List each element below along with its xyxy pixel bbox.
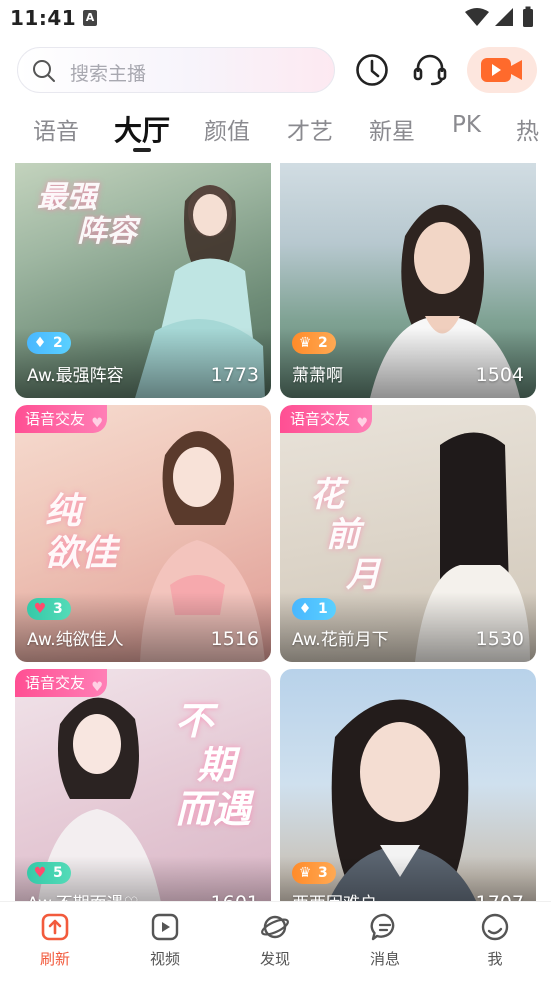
- tab-talent[interactable]: 才艺: [287, 112, 333, 146]
- tab-hot[interactable]: 热: [516, 112, 539, 146]
- heart-icon: ♥: [356, 416, 369, 431]
- message-bubble-icon: [370, 913, 395, 941]
- go-live-button[interactable]: [467, 47, 537, 93]
- tab-voice[interactable]: 语音: [33, 112, 79, 146]
- room-card[interactable]: 最强 阵容 ♦ 2 Aw.最强阵容 1773: [15, 163, 271, 398]
- room-card[interactable]: ♛3 西西困难户 1707: [280, 669, 536, 901]
- heart-icon: ♥: [91, 416, 104, 431]
- viewer-count: 1530: [475, 628, 524, 650]
- room-card[interactable]: 不期而遇 语音交友♥ ♥5 Aw.不期而遇♡ 1601: [15, 669, 271, 901]
- signal-icon: [495, 8, 513, 26]
- category-tag: 语音交友 ♥: [280, 405, 373, 433]
- tab-new-star[interactable]: 新星: [369, 112, 415, 146]
- room-name: Aw.不期而遇♡: [27, 889, 139, 901]
- planet-icon: [261, 915, 289, 939]
- customer-service-button[interactable]: [410, 50, 450, 90]
- status-icons: [465, 6, 533, 27]
- room-grid: 最强 阵容 ♦ 2 Aw.最强阵容 1773 ♛ 2 萧萧啊 1504 纯 欲佳…: [0, 163, 551, 901]
- tab-pk[interactable]: PK: [452, 112, 481, 138]
- go-live-camera-icon: [481, 58, 522, 82]
- viewer-count: 1516: [210, 628, 259, 650]
- room-card[interactable]: 纯欲佳 语音交友 ♥ ♥ 3 Aw.纯欲佳人 1516: [15, 405, 271, 662]
- status-bar: 11:41 A: [0, 0, 551, 38]
- nav-messages[interactable]: 消息: [345, 912, 425, 976]
- nav-me[interactable]: 我: [455, 912, 535, 976]
- diamond-icon: ♦: [33, 335, 47, 351]
- room-name: Aw.花前月下: [292, 630, 389, 650]
- nav-video[interactable]: 视频: [125, 912, 205, 976]
- viewer-count: 1773: [210, 364, 259, 386]
- heart-icon: ♥: [91, 680, 104, 695]
- cover-art-text: 不期而遇: [175, 698, 252, 831]
- room-name: 西西困难户: [292, 889, 377, 901]
- room-name: 萧萧啊: [292, 366, 343, 386]
- viewer-count: 1504: [475, 364, 524, 386]
- tab-hall[interactable]: 大厅: [114, 109, 170, 149]
- viewer-count: 1601: [211, 892, 259, 901]
- battery-icon: [523, 9, 533, 27]
- history-button[interactable]: [352, 50, 392, 90]
- viewer-count: 1707: [476, 892, 524, 901]
- wifi-icon: [465, 8, 489, 26]
- heart-icon: ♥: [33, 601, 47, 617]
- history-clock-icon: [356, 54, 388, 86]
- active-tab-indicator: [133, 148, 151, 152]
- tab-looks[interactable]: 颜值: [204, 112, 250, 146]
- nav-discover[interactable]: 发现: [235, 912, 315, 976]
- room-name: Aw.最强阵容: [27, 366, 124, 386]
- level-badge: ♦ 1: [292, 598, 336, 620]
- level-badge: ♥ 5: [27, 862, 71, 884]
- cover-art-text: 花前月: [310, 475, 380, 595]
- crown-icon: ♛: [298, 335, 312, 351]
- nav-refresh[interactable]: 刷新: [15, 912, 95, 976]
- bottom-nav: 刷新 视频 发现 消息 我: [0, 901, 551, 981]
- status-time: 11:41: [10, 6, 77, 30]
- notification-a-icon: A: [83, 10, 97, 26]
- search-icon: [33, 60, 55, 82]
- room-name: Aw.纯欲佳人: [27, 630, 124, 650]
- category-tabs: 语音 大厅 颜值 才艺 新星 PK 热: [0, 104, 551, 154]
- search-bar[interactable]: 搜索主播: [17, 47, 335, 93]
- crown-icon: ♛: [298, 865, 312, 881]
- refresh-upload-icon: [41, 913, 69, 941]
- room-card[interactable]: 花前月 语音交友 ♥ ♦ 1 Aw.花前月下 1530: [280, 405, 536, 662]
- profile-icon: [481, 913, 509, 941]
- room-card[interactable]: ♛ 2 萧萧啊 1504: [280, 163, 536, 398]
- customer-service-headset-icon: [413, 54, 447, 86]
- heart-icon: ♥: [33, 865, 47, 881]
- level-badge: ♛ 3: [292, 862, 336, 884]
- level-badge: ♦ 2: [27, 332, 71, 354]
- search-placeholder: 搜索主播: [70, 63, 147, 85]
- cover-art-text: 纯欲佳: [45, 490, 118, 574]
- category-tag: 语音交友 ♥: [15, 669, 108, 697]
- video-play-icon: [151, 913, 179, 941]
- level-badge: ♛ 2: [292, 332, 336, 354]
- category-tag: 语音交友 ♥: [15, 405, 108, 433]
- diamond-icon: ♦: [298, 601, 312, 617]
- cover-art-text: 最强 阵容: [37, 180, 137, 249]
- level-badge: ♥ 3: [27, 598, 71, 620]
